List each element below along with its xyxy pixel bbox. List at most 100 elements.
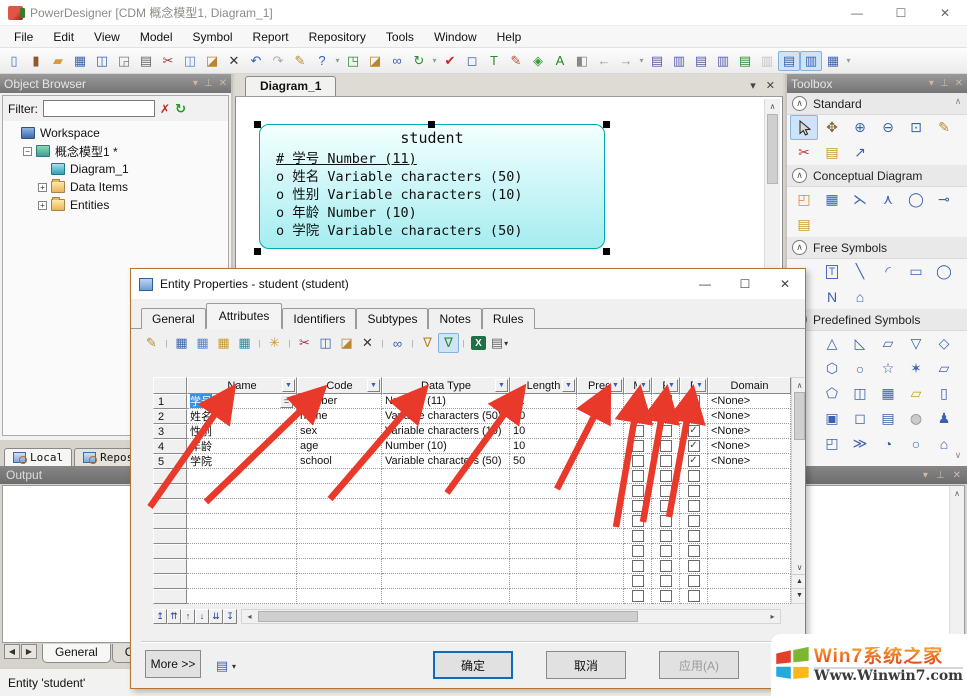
column-header-preci[interactable]: Preci▼ bbox=[577, 377, 624, 394]
nav-forward-icon[interactable]: → bbox=[615, 51, 637, 71]
cell-preci[interactable] bbox=[577, 514, 624, 529]
p-checkbox[interactable] bbox=[660, 395, 672, 407]
text-frame-icon[interactable]: T bbox=[483, 51, 505, 71]
d-checkbox[interactable] bbox=[688, 425, 700, 437]
pin-icon[interactable]: ⊥ bbox=[204, 78, 213, 89]
stack2-tool[interactable]: ◰ bbox=[818, 431, 846, 456]
d-checkbox[interactable] bbox=[688, 440, 700, 452]
window-preview-icon[interactable]: ▤ bbox=[778, 51, 800, 71]
list-layout-button[interactable]: ▤▾ bbox=[213, 656, 236, 676]
star-tool[interactable]: ☆ bbox=[874, 356, 902, 381]
row-number[interactable] bbox=[153, 529, 187, 544]
cell-name[interactable]: 学号= bbox=[187, 394, 297, 409]
move-row-button[interactable]: ↓ bbox=[195, 609, 209, 624]
check-model-icon[interactable]: ✔ bbox=[439, 51, 461, 71]
dialog-minimize-button[interactable]: — bbox=[685, 269, 725, 299]
cell-data-type[interactable] bbox=[382, 544, 510, 559]
ellipse-tool[interactable]: ◯ bbox=[930, 259, 958, 284]
p-checkbox[interactable] bbox=[660, 545, 672, 557]
grid-row[interactable]: 2姓名nameVariable characters (50)50<None> bbox=[153, 409, 806, 424]
window-notes-icon[interactable]: ▥ bbox=[800, 51, 822, 71]
cell-domain[interactable]: <None> bbox=[708, 394, 791, 409]
note-tool[interactable]: ▤ bbox=[818, 140, 846, 165]
find-icon[interactable]: ∞ bbox=[387, 333, 408, 353]
p-checkbox[interactable] bbox=[660, 515, 672, 527]
close-button[interactable]: ✕ bbox=[923, 0, 967, 26]
close-icon[interactable]: ✕ bbox=[219, 78, 227, 89]
column-header-d[interactable]: D▼ bbox=[680, 377, 708, 394]
cell-name[interactable]: 年龄 bbox=[187, 439, 297, 454]
cell-name[interactable]: 性别 bbox=[187, 424, 297, 439]
scroll-thumb[interactable] bbox=[767, 114, 778, 184]
cell-length[interactable] bbox=[510, 574, 577, 589]
line-tool[interactable]: ╲ bbox=[846, 259, 874, 284]
cell-p[interactable] bbox=[652, 559, 680, 574]
grid-row[interactable]: 3性别sexVariable characters (10)10<None> bbox=[153, 424, 806, 439]
column-header-domain[interactable]: Domain bbox=[708, 377, 791, 394]
tabs-scroll-left-icon[interactable]: ◀ bbox=[4, 644, 20, 659]
stack-tool[interactable]: ▣ bbox=[818, 406, 846, 431]
grid-row[interactable] bbox=[153, 529, 806, 544]
cell-m[interactable] bbox=[624, 499, 652, 514]
cell-preci[interactable] bbox=[577, 439, 624, 454]
dialog-tab-general[interactable]: General bbox=[141, 308, 206, 329]
d-checkbox[interactable] bbox=[688, 500, 700, 512]
delete-icon[interactable]: ✕ bbox=[357, 333, 378, 353]
filter-edit-icon[interactable]: ∇ bbox=[417, 333, 438, 353]
grid-row[interactable] bbox=[153, 589, 806, 604]
m-checkbox[interactable] bbox=[632, 575, 644, 587]
cell-domain[interactable] bbox=[708, 544, 791, 559]
cell-d[interactable] bbox=[680, 589, 708, 604]
cell-data-type[interactable] bbox=[382, 529, 510, 544]
p-checkbox[interactable] bbox=[660, 455, 672, 467]
p-checkbox[interactable] bbox=[660, 410, 672, 422]
new-window-icon[interactable]: ◳ bbox=[342, 51, 364, 71]
window-pages-icon[interactable]: ▥ bbox=[712, 51, 734, 71]
cell-data-type[interactable] bbox=[382, 589, 510, 604]
cell-length[interactable] bbox=[510, 514, 577, 529]
grid-row[interactable] bbox=[153, 484, 806, 499]
cell-d[interactable] bbox=[680, 544, 708, 559]
cell-d[interactable] bbox=[680, 469, 708, 484]
p-checkbox[interactable] bbox=[660, 440, 672, 452]
cut-icon[interactable]: ✂ bbox=[157, 51, 179, 71]
toolbar-overflow-icon[interactable]: ▾ bbox=[844, 52, 853, 70]
d-checkbox[interactable] bbox=[688, 560, 700, 572]
cell-m[interactable] bbox=[624, 589, 652, 604]
search-folder-icon[interactable]: ∞ bbox=[386, 51, 408, 71]
row-number[interactable]: 4 bbox=[153, 439, 187, 454]
column-header-data-type[interactable]: Data Type▼ bbox=[382, 377, 510, 394]
menu-view[interactable]: View bbox=[84, 27, 130, 47]
clear-filter-icon[interactable]: ✗ bbox=[160, 102, 170, 116]
text-tool[interactable]: T bbox=[818, 259, 846, 284]
cell-m[interactable] bbox=[624, 409, 652, 424]
package-tool[interactable]: ◰ bbox=[790, 187, 818, 212]
cell-code[interactable]: age bbox=[297, 439, 382, 454]
cell-length[interactable] bbox=[510, 484, 577, 499]
zoom-out-tool[interactable]: ⊖ bbox=[874, 115, 902, 140]
dialog-tab-rules[interactable]: Rules bbox=[482, 308, 535, 329]
m-checkbox[interactable] bbox=[632, 440, 644, 452]
p-checkbox[interactable] bbox=[660, 425, 672, 437]
zoom-area-tool[interactable]: ⊡ bbox=[902, 115, 930, 140]
cell-domain[interactable]: <None> bbox=[708, 439, 791, 454]
cell-preci[interactable] bbox=[577, 394, 624, 409]
d-checkbox[interactable] bbox=[688, 395, 700, 407]
copy-icon[interactable]: ◫ bbox=[315, 333, 336, 353]
selection-handle[interactable] bbox=[603, 248, 610, 255]
save-icon[interactable]: ▦ bbox=[69, 51, 91, 71]
close-icon[interactable]: ✕ bbox=[955, 78, 963, 89]
window-grid-icon[interactable]: ▦ bbox=[822, 51, 844, 71]
parallelogram-tool[interactable]: ▱ bbox=[874, 331, 902, 356]
apply-button[interactable]: 应用(A) bbox=[659, 651, 739, 679]
hexagon-tool[interactable]: ⬡ bbox=[818, 356, 846, 381]
refresh-icon[interactable]: ↻ bbox=[175, 101, 186, 117]
cell-d[interactable] bbox=[680, 499, 708, 514]
new-model-icon[interactable]: ▮ bbox=[25, 51, 47, 71]
move-row-button[interactable]: ↧ bbox=[223, 609, 237, 624]
cell-preci[interactable] bbox=[577, 454, 624, 469]
cell-d[interactable] bbox=[680, 439, 708, 454]
pin-icon[interactable]: ⊥ bbox=[940, 78, 949, 89]
rectangle-tool[interactable]: ▭ bbox=[902, 259, 930, 284]
tree-item-diagram_1[interactable]: Diagram_1 bbox=[3, 160, 228, 178]
